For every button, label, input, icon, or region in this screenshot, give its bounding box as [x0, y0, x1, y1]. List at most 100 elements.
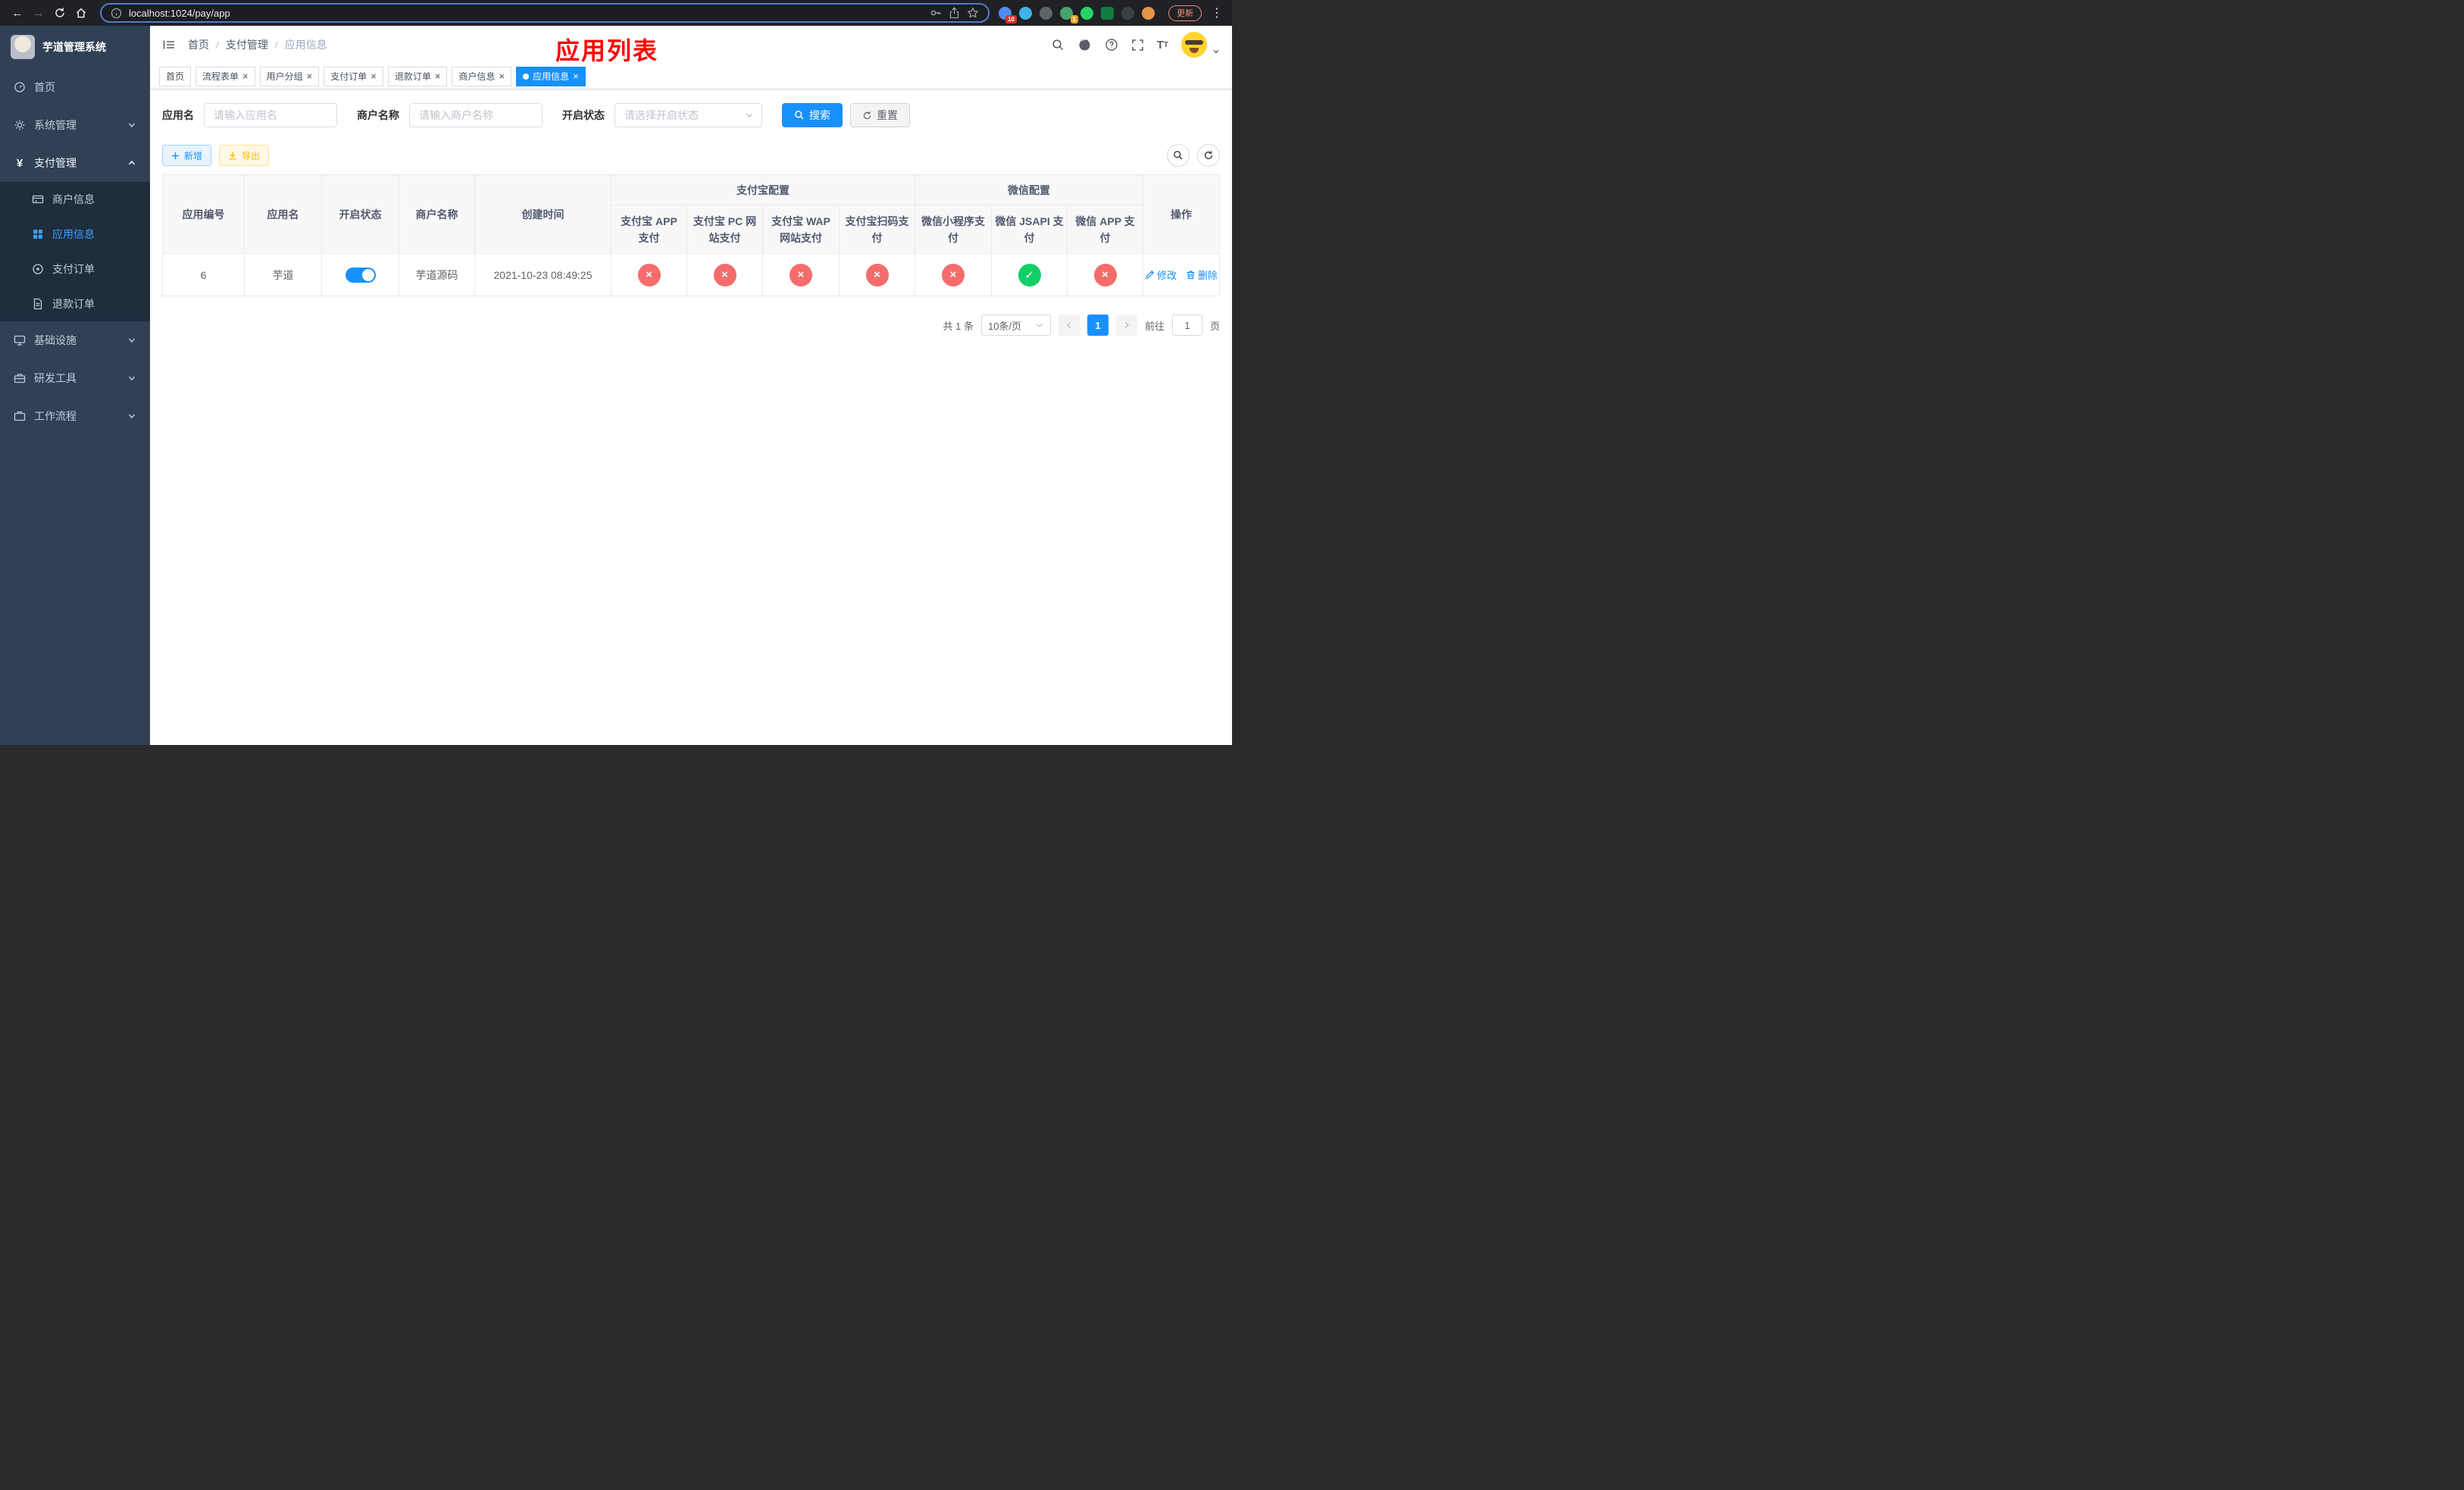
col-header-alipay-wap: 支付宝 WAP 网站支付 [762, 205, 840, 254]
tab-user-group[interactable]: 用户分组 × [259, 66, 320, 86]
trash-icon [1187, 271, 1195, 280]
col-header-wechat-jsapi: 微信 JSAPI 支付 [991, 205, 1068, 254]
payment-submenu: 商户信息 应用信息 支付订单 退款订单 [0, 182, 150, 321]
sidebar-item-pay-order[interactable]: 支付订单 [0, 252, 150, 286]
tab-process-form[interactable]: 流程表单 × [195, 66, 255, 86]
tab-close-icon[interactable]: × [499, 71, 505, 81]
sidebar-item-dev-tools[interactable]: 研发工具 [0, 359, 150, 397]
search-button[interactable]: 搜索 [782, 103, 843, 127]
browser-update-button[interactable]: 更新 [1168, 5, 1202, 21]
chevron-down-icon [127, 412, 136, 421]
address-bar[interactable]: localhost:1024/pay/app [100, 3, 990, 23]
tab-close-icon[interactable]: × [371, 71, 377, 81]
browser-menu-icon[interactable]: ⋮ [1209, 5, 1224, 20]
fullscreen-icon[interactable] [1131, 39, 1144, 52]
browser-extension-icon[interactable]: 1 [1060, 6, 1078, 23]
url-text[interactable]: localhost:1024/pay/app [129, 8, 923, 19]
browser-extension-icon[interactable] [1080, 6, 1093, 20]
tab-close-icon[interactable]: × [573, 71, 579, 81]
status-toggle[interactable] [345, 267, 376, 283]
cell-merchant: 芋道源码 [399, 253, 475, 296]
grid-icon [32, 228, 44, 240]
export-button[interactable]: 导出 [219, 145, 270, 166]
tab-refund-order[interactable]: 退款订单 × [387, 66, 448, 86]
pagination: 共 1 条 10条/页 1 前往 页 [162, 315, 1220, 336]
breadcrumb-section[interactable]: 支付管理 [226, 37, 268, 52]
goto-unit: 页 [1209, 320, 1220, 332]
share-icon[interactable] [949, 7, 960, 19]
sidebar-item-refund-order[interactable]: 退款订单 [0, 286, 150, 321]
user-menu-caret-icon[interactable] [1212, 48, 1220, 55]
user-avatar[interactable] [1181, 32, 1207, 58]
tab-merchant-info[interactable]: 商户信息 × [452, 66, 512, 86]
sidebar-item-app-info[interactable]: 应用信息 [0, 217, 150, 252]
alipay-wap-status-icon: × [790, 263, 812, 286]
col-header-actions: 操作 [1143, 174, 1220, 254]
prev-page-button[interactable] [1058, 315, 1080, 336]
browser-forward-icon[interactable]: → [29, 3, 48, 23]
document-icon [32, 298, 44, 310]
table-row: 6 芋道 芋道源码 2021-10-23 08:49:25 × × × × × [162, 253, 1220, 296]
extensions-area: 10 1 [999, 6, 1155, 23]
page-title: 应用列表 [555, 37, 659, 64]
col-header-app-id: 应用编号 [162, 174, 245, 254]
edit-link[interactable]: 修改 [1145, 268, 1177, 282]
reset-button[interactable]: 重置 [850, 103, 910, 127]
show-search-toggle-button[interactable] [1167, 144, 1190, 167]
extension-badge: 10 [1005, 14, 1017, 23]
search-icon[interactable] [1052, 39, 1065, 52]
refresh-icon [863, 111, 871, 119]
order-icon [32, 263, 44, 275]
browser-back-icon[interactable]: ← [8, 3, 27, 23]
site-info-icon[interactable] [111, 8, 122, 19]
github-icon[interactable] [1077, 38, 1092, 52]
tab-app-info[interactable]: 应用信息 × [516, 66, 586, 86]
tab-close-icon[interactable]: × [435, 71, 441, 81]
font-size-icon[interactable]: TT [1157, 39, 1168, 52]
app-table: 应用编号 应用名 开启状态 商户名称 创建时间 支付宝配置 微信配置 操作 支付… [162, 174, 1220, 296]
logo-avatar [11, 35, 35, 59]
alipay-app-status-icon: × [637, 263, 661, 286]
dashboard-icon [14, 81, 26, 93]
sidebar-item-home[interactable]: 首页 [0, 68, 150, 106]
sidebar-item-infrastructure[interactable]: 基础设施 [0, 321, 150, 359]
delete-link[interactable]: 删除 [1186, 268, 1218, 282]
password-key-icon[interactable] [930, 7, 942, 19]
browser-home-icon[interactable] [71, 3, 91, 23]
next-page-button[interactable] [1115, 315, 1137, 336]
tab-close-icon[interactable]: × [307, 71, 313, 81]
sidebar-collapse-icon[interactable] [162, 38, 176, 52]
browser-extension-icon[interactable] [1121, 6, 1134, 20]
select-caret-icon [1036, 324, 1043, 327]
bookmark-star-icon[interactable] [967, 7, 979, 19]
add-button[interactable]: 新增 [162, 145, 212, 166]
browser-extension-icon[interactable]: 10 [999, 6, 1017, 23]
tab-pay-order[interactable]: 支付订单 × [324, 66, 383, 86]
sidebar-item-merchant-info[interactable]: 商户信息 [0, 182, 150, 217]
browser-extension-icon[interactable] [1019, 6, 1032, 20]
merchant-name-input[interactable] [409, 103, 543, 127]
page-size-select[interactable]: 10条/页 [980, 315, 1051, 336]
refresh-table-button[interactable] [1197, 144, 1220, 167]
tab-home[interactable]: 首页 [159, 66, 192, 86]
screen: ← → localhost:1024/pay/app 10 1 更新 ⋮ 芋道管… [0, 0, 1232, 745]
goto-page-input[interactable] [1171, 315, 1202, 336]
page-number-current[interactable]: 1 [1087, 315, 1108, 336]
sidebar-item-workflow[interactable]: 工作流程 [0, 397, 150, 435]
col-header-wechat-app: 微信 APP 支付 [1066, 205, 1144, 254]
status-select[interactable]: 请选择开启状态 [614, 103, 762, 127]
total-count: 共 1 条 [943, 320, 974, 332]
sidebar-logo: 芋道管理系统 [0, 26, 150, 68]
browser-extension-icon[interactable] [1101, 6, 1114, 20]
sidebar-item-system[interactable]: 系统管理 [0, 106, 150, 144]
tab-close-icon[interactable]: × [242, 71, 249, 81]
browser-extension-icon[interactable] [1040, 6, 1052, 20]
help-icon[interactable] [1105, 38, 1118, 52]
sidebar-item-payment[interactable]: ¥ 支付管理 [0, 144, 150, 182]
browser-chrome: ← → localhost:1024/pay/app 10 1 更新 ⋮ [0, 0, 1232, 26]
app-name-input[interactable] [204, 103, 337, 127]
col-header-app-name: 应用名 [244, 174, 322, 254]
browser-extension-icon[interactable] [1142, 6, 1155, 20]
breadcrumb-home[interactable]: 首页 [188, 37, 209, 52]
browser-refresh-icon[interactable] [50, 3, 70, 23]
